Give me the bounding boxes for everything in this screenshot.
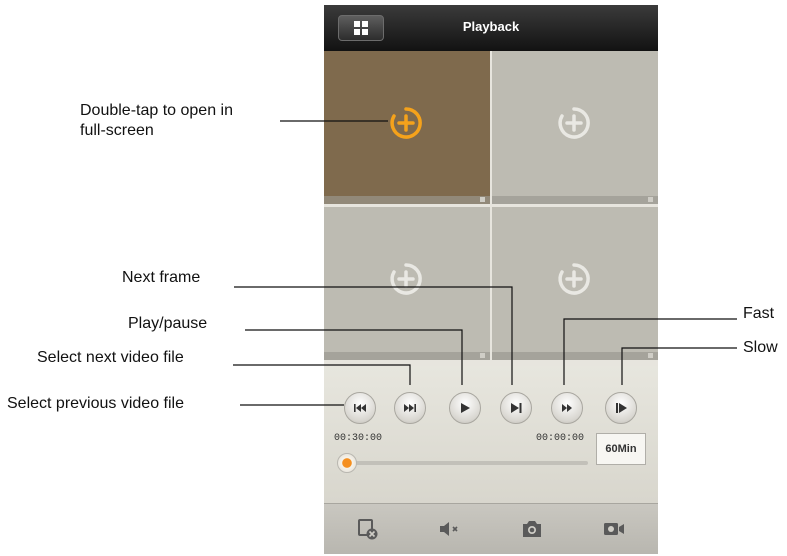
callout-fast: Fast: [743, 305, 775, 322]
fast-forward-icon: [562, 404, 572, 412]
progress-slider-handle[interactable]: [337, 453, 357, 473]
callout-play-pause: Play/pause: [128, 315, 208, 332]
pane-status-dot: [480, 353, 485, 358]
video-pane-3[interactable]: [324, 207, 490, 360]
bottom-toolbar: [324, 503, 658, 554]
duration-button[interactable]: 60Min: [596, 433, 646, 465]
previous-file-button[interactable]: [344, 392, 376, 424]
callout-double-tap-line1: Double-tap to open in: [80, 102, 233, 119]
skip-back-icon: [354, 404, 366, 412]
page-title: Playback: [462, 19, 520, 34]
header-bar: Playback: [324, 5, 658, 51]
start-time: 00:30:00: [334, 433, 383, 444]
pane-status-bar: [324, 196, 490, 204]
end-time: 00:00:00: [536, 433, 585, 444]
play-icon: [461, 403, 470, 413]
next-frame-button[interactable]: [500, 392, 532, 424]
add-channel-icon[interactable]: [556, 105, 592, 141]
skip-forward-icon: [404, 404, 416, 412]
play-pause-button[interactable]: [449, 392, 481, 424]
add-channel-icon[interactable]: [388, 261, 424, 297]
callout-double-tap-line2: full-screen: [80, 122, 154, 139]
step-forward-icon: [511, 403, 522, 413]
pane-status-dot: [648, 353, 653, 358]
slow-play-icon: [616, 403, 627, 413]
pane-status-dot: [480, 197, 485, 202]
pane-status-bar: [492, 352, 658, 360]
callout-slow: Slow: [743, 339, 778, 356]
close-camera-icon[interactable]: [356, 518, 380, 540]
record-icon[interactable]: [602, 518, 626, 540]
playback-controls: 00:30:00 00:00:00 60Min: [324, 366, 658, 503]
video-pane-2[interactable]: [492, 51, 658, 204]
add-channel-icon[interactable]: [556, 261, 592, 297]
pane-status-bar: [324, 352, 490, 360]
next-file-button[interactable]: [394, 392, 426, 424]
video-pane-1[interactable]: [324, 51, 490, 204]
pane-status-bar: [492, 196, 658, 204]
callout-next-frame: Next frame: [122, 269, 201, 286]
slow-button[interactable]: [605, 392, 637, 424]
phone-screen: Playback 00:30:00 00:00:00 60Min: [324, 5, 658, 554]
mute-icon[interactable]: [438, 518, 462, 540]
snapshot-icon[interactable]: [520, 518, 544, 540]
callout-select-previous: Select previous video file: [7, 395, 184, 412]
callout-select-next: Select next video file: [37, 349, 184, 366]
video-pane-4[interactable]: [492, 207, 658, 360]
progress-track[interactable]: [348, 461, 588, 465]
fast-button[interactable]: [551, 392, 583, 424]
add-channel-icon[interactable]: [388, 105, 424, 141]
pane-status-dot: [648, 197, 653, 202]
